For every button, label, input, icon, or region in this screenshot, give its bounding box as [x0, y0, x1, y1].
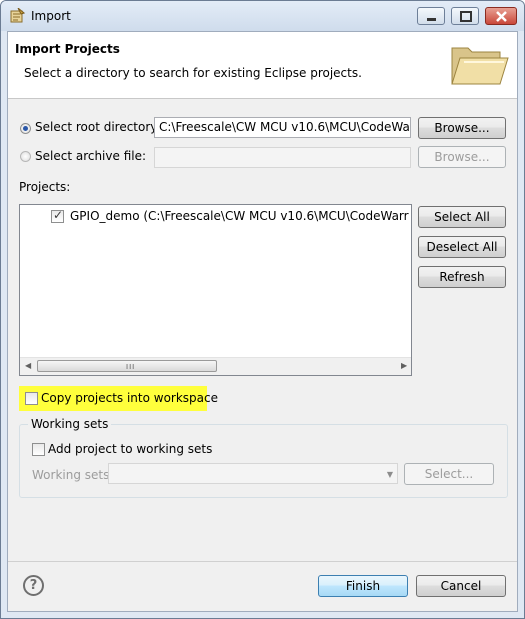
archive-file-radio[interactable]	[20, 151, 31, 162]
list-item[interactable]: GPIO_demo (C:\Freescale\CW MCU v10.6\MCU…	[20, 205, 411, 227]
scroll-left-icon[interactable]: ◀	[25, 361, 31, 370]
horizontal-scrollbar[interactable]: ◀ III ▶	[20, 357, 411, 375]
scrollbar-grip: III	[126, 363, 136, 371]
root-directory-radio[interactable]	[20, 123, 31, 134]
banner-title: Import Projects	[15, 42, 120, 56]
banner-subtitle: Select a directory to search for existin…	[24, 66, 362, 80]
minimize-icon	[427, 18, 436, 21]
add-working-set-label[interactable]: Add project to working sets	[48, 442, 212, 456]
finish-button[interactable]: Finish	[318, 575, 408, 597]
dialog-client-area: Import Projects Select a directory to se…	[7, 31, 518, 612]
scrollbar-thumb[interactable]: III	[37, 360, 217, 372]
working-sets-combo[interactable]: ▼	[108, 463, 398, 484]
select-working-sets-button[interactable]: Select...	[404, 463, 494, 485]
maximize-icon	[460, 11, 472, 22]
folder-icon	[451, 47, 509, 85]
title-bar[interactable]: Import	[1, 1, 524, 31]
working-sets-label: Working sets:	[32, 468, 114, 482]
copy-projects-label[interactable]: Copy projects into workspace	[41, 391, 218, 405]
minimize-button[interactable]	[417, 7, 445, 25]
projects-list[interactable]: GPIO_demo (C:\Freescale\CW MCU v10.6\MCU…	[19, 204, 412, 376]
copy-projects-checkbox[interactable]	[25, 392, 38, 405]
refresh-button[interactable]: Refresh	[418, 266, 506, 288]
root-directory-field[interactable]: C:\Freescale\CW MCU v10.6\MCU\CodeWarrio	[154, 117, 411, 138]
close-icon	[496, 11, 507, 22]
project-checkbox[interactable]	[51, 208, 64, 223]
project-item-label: GPIO_demo (C:\Freescale\CW MCU v10.6\MCU…	[70, 209, 409, 223]
maximize-button[interactable]	[451, 7, 479, 25]
add-working-set-checkbox[interactable]	[32, 443, 45, 456]
wizard-banner: Import Projects Select a directory to se…	[8, 32, 517, 99]
help-icon[interactable]: ?	[23, 575, 44, 596]
working-sets-group-label: Working sets	[28, 417, 112, 431]
deselect-all-button[interactable]: Deselect All	[418, 236, 506, 258]
select-all-button[interactable]: Select All	[418, 206, 506, 228]
archive-file-label[interactable]: Select archive file:	[35, 149, 146, 163]
projects-label: Projects:	[19, 180, 71, 194]
import-wizard-icon	[10, 8, 25, 23]
browse-root-button[interactable]: Browse...	[418, 117, 506, 139]
root-directory-label[interactable]: Select root directory:	[35, 120, 161, 134]
window-title: Import	[31, 9, 71, 23]
browse-archive-button[interactable]: Browse...	[418, 146, 506, 168]
import-dialog: Import Import Projects Select a director…	[0, 0, 525, 619]
footer-separator	[8, 561, 517, 562]
archive-file-field[interactable]	[154, 147, 411, 168]
working-sets-group	[19, 424, 508, 498]
scroll-right-icon[interactable]: ▶	[401, 361, 407, 370]
chevron-down-icon[interactable]: ▼	[387, 470, 393, 479]
cancel-button[interactable]: Cancel	[416, 575, 506, 597]
close-button[interactable]	[485, 7, 517, 25]
